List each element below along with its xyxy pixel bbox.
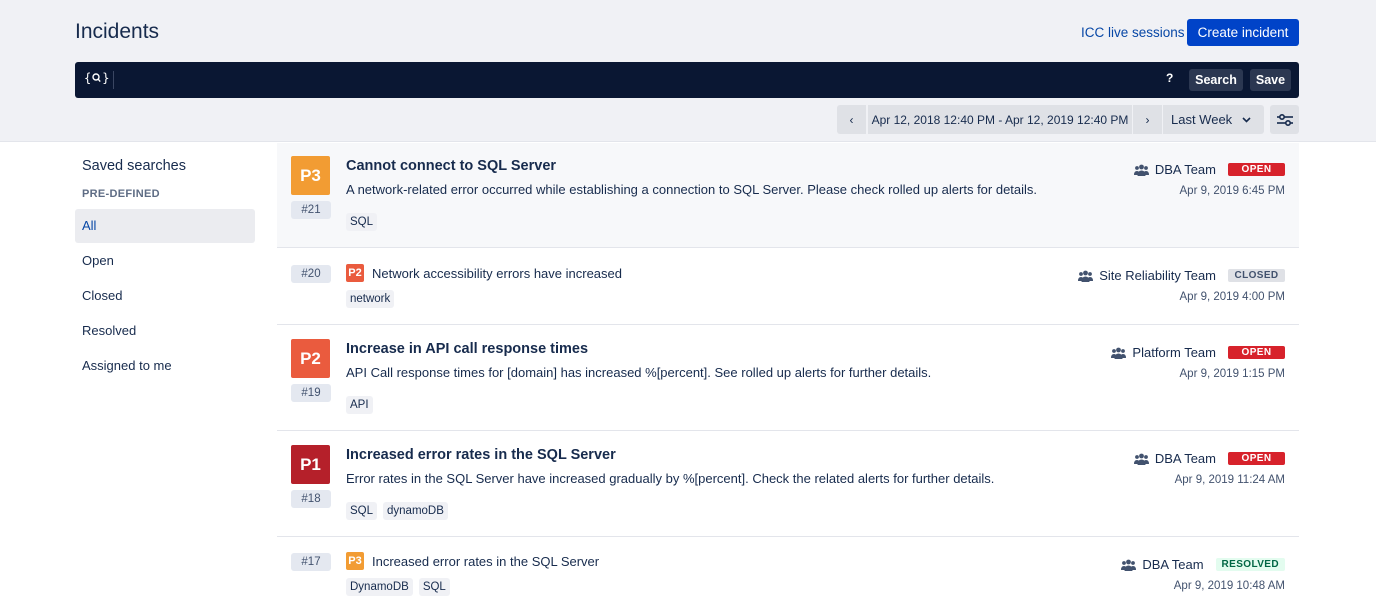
search-help-button[interactable]: ? bbox=[1166, 71, 1173, 85]
previous-range-button[interactable]: ‹ bbox=[837, 105, 866, 134]
incident-time: Apr 9, 2019 10:48 AM bbox=[1173, 580, 1285, 592]
incident-description: API Call response times for [domain] has… bbox=[346, 365, 932, 380]
incident-id: #21 bbox=[291, 201, 331, 219]
incident-description: A network-related error occurred while e… bbox=[346, 182, 1038, 197]
save-search-button[interactable]: Save bbox=[1250, 69, 1291, 91]
incident-title[interactable]: Cannot connect to SQL Server bbox=[346, 158, 556, 174]
create-incident-button[interactable]: Create incident bbox=[1187, 19, 1299, 46]
incident-tags: SQL dynamoDB bbox=[346, 502, 448, 520]
incident-meta: Platform Team OPEN Apr 9, 2019 1:15 PM bbox=[1111, 345, 1285, 380]
search-input[interactable] bbox=[121, 68, 1161, 92]
incident-meta: Site Reliability Team CLOSED Apr 9, 2019… bbox=[1078, 268, 1285, 303]
tag[interactable]: DynamoDB bbox=[346, 578, 413, 596]
priority-badge: P2 bbox=[291, 339, 330, 378]
date-preset-value: Last Week bbox=[1171, 112, 1233, 127]
incident-id: #17 bbox=[291, 553, 331, 571]
sidebar-item-open[interactable]: Open bbox=[75, 244, 255, 278]
tag[interactable]: dynamoDB bbox=[383, 502, 448, 520]
status-badge: OPEN bbox=[1228, 346, 1285, 359]
team-icon bbox=[1133, 453, 1149, 465]
priority-badge: P2 bbox=[346, 264, 364, 282]
incident-title-line: P2 Network accessibility errors have inc… bbox=[346, 264, 622, 282]
incident-row[interactable]: P1 #18 Increased error rates in the SQL … bbox=[277, 431, 1299, 537]
status-badge: RESOLVED bbox=[1215, 558, 1285, 571]
team-name[interactable]: Site Reliability Team bbox=[1099, 268, 1216, 283]
priority-badge: P3 bbox=[346, 552, 364, 570]
incident-description: Error rates in the SQL Server have incre… bbox=[346, 471, 995, 486]
incident-meta: DBA Team OPEN Apr 9, 2019 11:24 AM bbox=[1133, 451, 1285, 486]
date-range-picker[interactable]: Apr 12, 2018 12:40 PM - Apr 12, 2019 12:… bbox=[868, 105, 1132, 134]
incident-meta: DBA Team RESOLVED Apr 9, 2019 10:48 AM bbox=[1121, 557, 1285, 592]
incident-title-line: P3 Increased error rates in the SQL Serv… bbox=[346, 552, 599, 570]
team-name[interactable]: DBA Team bbox=[1155, 162, 1216, 177]
chevron-left-icon: ‹ bbox=[849, 112, 854, 127]
sidebar-item-closed[interactable]: Closed bbox=[75, 279, 255, 313]
incident-id: #20 bbox=[291, 265, 331, 283]
tag[interactable]: network bbox=[346, 290, 395, 308]
incident-row[interactable]: P2 #19 Increase in API call response tim… bbox=[277, 325, 1299, 431]
sidebar-item-all[interactable]: All bbox=[75, 209, 255, 243]
page-title: Incidents bbox=[75, 20, 160, 43]
tag[interactable]: SQL bbox=[346, 502, 378, 520]
incident-row[interactable]: #17 P3 Increased error rates in the SQL … bbox=[277, 537, 1299, 610]
incident-time: Apr 9, 2019 1:15 PM bbox=[1179, 368, 1285, 380]
tag[interactable]: SQL bbox=[346, 213, 378, 231]
tag[interactable]: API bbox=[346, 396, 373, 414]
status-badge: OPEN bbox=[1228, 163, 1285, 176]
incident-title[interactable]: Increased error rates in the SQL Server bbox=[372, 554, 599, 569]
team-name[interactable]: Platform Team bbox=[1132, 345, 1216, 360]
incident-time: Apr 9, 2019 6:45 PM bbox=[1179, 185, 1285, 197]
sliders-icon bbox=[1276, 113, 1293, 126]
sidebar-section-label: PRE-DEFINED bbox=[82, 188, 160, 200]
tag[interactable]: SQL bbox=[418, 578, 450, 596]
next-range-button[interactable]: › bbox=[1133, 105, 1162, 134]
sidebar-title: Saved searches bbox=[82, 158, 186, 174]
team-name[interactable]: DBA Team bbox=[1155, 451, 1216, 466]
icc-live-sessions-link[interactable]: ICC live sessions bbox=[1081, 25, 1185, 40]
team-icon bbox=[1121, 559, 1137, 571]
team-name[interactable]: DBA Team bbox=[1142, 557, 1203, 572]
incident-title[interactable]: Network accessibility errors have increa… bbox=[372, 266, 622, 281]
search-bar: {} ? Search Save bbox=[75, 62, 1299, 98]
filter-settings-button[interactable] bbox=[1270, 105, 1299, 134]
priority-badge: P1 bbox=[291, 445, 330, 484]
incident-tags: API bbox=[346, 396, 373, 414]
chevron-right-icon: › bbox=[1145, 112, 1150, 127]
team-icon bbox=[1111, 347, 1127, 359]
status-badge: CLOSED bbox=[1228, 269, 1285, 282]
search-query-icon: {} bbox=[84, 71, 110, 85]
incident-meta: DBA Team OPEN Apr 9, 2019 6:45 PM bbox=[1133, 162, 1285, 197]
team-icon bbox=[1078, 270, 1094, 282]
incident-row[interactable]: #20 P2 Network accessibility errors have… bbox=[277, 248, 1299, 325]
incident-tags: SQL bbox=[346, 213, 378, 231]
chevron-down-icon bbox=[1242, 115, 1251, 125]
priority-badge: P3 bbox=[291, 156, 330, 195]
incident-time: Apr 9, 2019 4:00 PM bbox=[1179, 291, 1285, 303]
incident-tags: DynamoDB SQL bbox=[346, 578, 450, 596]
sidebar-item-assigned-to-me[interactable]: Assigned to me bbox=[75, 349, 255, 383]
incident-id: #19 bbox=[291, 384, 331, 402]
search-button[interactable]: Search bbox=[1189, 69, 1243, 91]
page-header: Incidents ICC live sessions Create incid… bbox=[0, 0, 1376, 142]
sidebar-item-resolved[interactable]: Resolved bbox=[75, 314, 255, 348]
date-preset-select[interactable]: Last Week bbox=[1163, 105, 1264, 134]
incident-row[interactable]: P3 #21 Cannot connect to SQL Server A ne… bbox=[277, 143, 1299, 248]
team-icon bbox=[1133, 164, 1149, 176]
incident-time: Apr 9, 2019 11:24 AM bbox=[1174, 474, 1285, 486]
incident-tags: network bbox=[346, 290, 395, 308]
search-divider bbox=[113, 71, 114, 89]
incident-title[interactable]: Increased error rates in the SQL Server bbox=[346, 447, 616, 463]
incident-id: #18 bbox=[291, 490, 331, 508]
incident-title[interactable]: Increase in API call response times bbox=[346, 341, 588, 357]
status-badge: OPEN bbox=[1228, 452, 1285, 465]
